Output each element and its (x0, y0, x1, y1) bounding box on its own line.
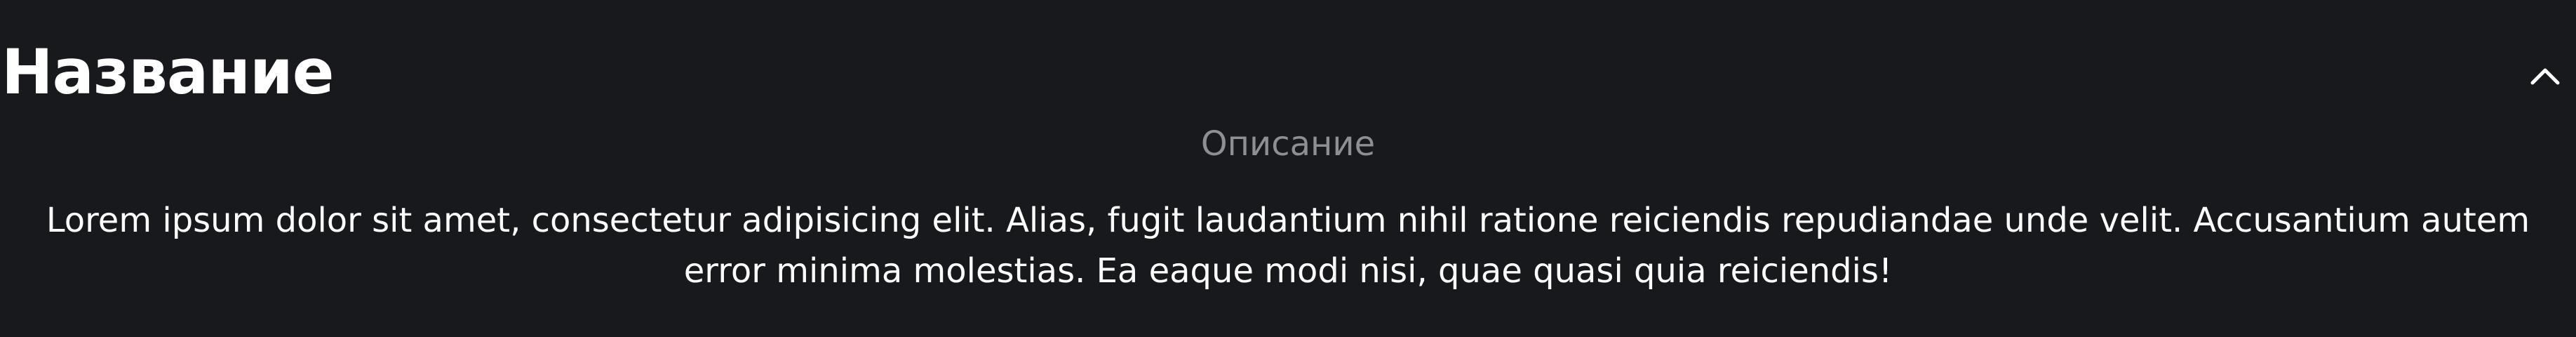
chevron-up-icon (2530, 68, 2560, 85)
section-title: Название (1, 36, 334, 108)
accordion-header[interactable]: Название (0, 21, 2576, 126)
collapse-toggle-button[interactable] (2524, 55, 2566, 97)
accordion-panel: Название Описание Lorem ipsum dolor sit … (0, 0, 2576, 337)
section-body-text: Lorem ipsum dolor sit amet, consectetur … (46, 201, 2530, 291)
section-subtitle: Описание (1200, 124, 1376, 164)
accordion-content: Описание Lorem ipsum dolor sit amet, con… (0, 119, 2576, 296)
